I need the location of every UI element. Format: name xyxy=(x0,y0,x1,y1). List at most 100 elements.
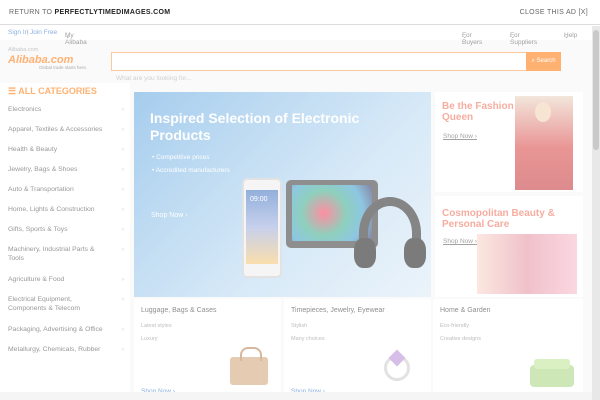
logo-tagline: Global trade starts here. xyxy=(39,65,88,70)
category-electrical[interactable]: Electrical Equipment, Components & Telec… xyxy=(8,295,124,313)
signin-link[interactable]: Sign In xyxy=(8,29,28,36)
close-ad-button[interactable]: CLOSE THIS AD [X] xyxy=(520,9,588,16)
search-icon: ⌕ xyxy=(531,58,535,64)
tile-sub-1: Latest styles xyxy=(141,323,172,329)
tile-timepieces[interactable]: Timepieces, Jewelry, Eyewear Stylish Man… xyxy=(284,299,431,400)
ad-frame-topbar: RETURN TO PERFECTLYTIMEDIMAGES.COM CLOSE… xyxy=(0,0,600,25)
chevron-down-icon: ⌄ xyxy=(564,33,570,40)
fashion-model-image xyxy=(515,96,573,190)
list-icon: ☰ xyxy=(8,86,17,96)
category-gifts[interactable]: Gifts, Sports & Toys › xyxy=(8,225,126,234)
category-label: Gifts, Sports & Toys xyxy=(8,226,68,233)
chevron-right-icon: › xyxy=(121,146,124,153)
banner-bullet-prices: • Competitive prices xyxy=(152,154,210,161)
fashion-promo[interactable]: Be the Fashion Queen Shop Now › xyxy=(435,92,583,192)
alibaba-logo[interactable]: Alibaba.com Alibaba.com Global trade sta… xyxy=(8,47,108,71)
chevron-right-icon: › xyxy=(121,186,124,193)
electronics-banner[interactable]: Inspired Selection of Electronic Product… xyxy=(134,92,431,297)
tile-title: Timepieces, Jewelry, Eyewear xyxy=(291,307,385,314)
logo-small-text: Alibaba.com xyxy=(8,47,39,53)
category-label: Metallurgy, Chemicals, Rubber xyxy=(8,346,101,353)
category-label: Agriculture & Food xyxy=(8,276,65,283)
header-separator: | xyxy=(27,29,29,36)
category-sidebar: ☰ ALL CATEGORIES Electronics › Apparel, T… xyxy=(0,83,130,400)
category-packaging[interactable]: Packaging, Advertising & Office › xyxy=(8,325,126,334)
chevron-right-icon: › xyxy=(121,246,124,253)
tile-home-garden[interactable]: Home & Garden Eco-friendly Creative desi… xyxy=(433,299,583,400)
chevron-down-icon: ⌄ xyxy=(65,33,71,40)
sofa-image xyxy=(530,359,574,387)
beauty-promo[interactable]: Cosmopolitan Beauty & Personal Care Shop… xyxy=(435,196,583,297)
chevron-down-icon: ⌄ xyxy=(510,33,516,40)
chevron-right-icon: › xyxy=(121,276,124,283)
cosmetics-image xyxy=(477,234,577,294)
tile-sub-2: Luxury xyxy=(141,336,158,342)
phone-clock: 09:00 xyxy=(250,196,268,203)
category-health-beauty[interactable]: Health & Beauty › xyxy=(8,145,126,154)
headphones-image xyxy=(354,197,426,269)
phone-screen: 09:00 xyxy=(246,190,278,264)
chevron-right-icon: › xyxy=(121,326,124,333)
chevron-right-icon: › xyxy=(121,126,124,133)
category-electronics[interactable]: Electronics › xyxy=(8,105,126,114)
return-link[interactable]: RETURN TO PERFECTLYTIMEDIMAGES.COM xyxy=(9,9,170,16)
category-label: Health & Beauty xyxy=(8,146,58,153)
category-apparel[interactable]: Apparel, Textiles & Accessories › xyxy=(8,125,126,134)
banner-title: Inspired Selection of Electronic Product… xyxy=(150,110,360,143)
category-label: Auto & Transportation xyxy=(8,186,74,193)
headphone-cup-left xyxy=(354,238,376,268)
tile-sub-2: Many choices xyxy=(291,336,325,342)
all-categories-heading[interactable]: ☰ ALL CATEGORIES xyxy=(8,86,97,97)
tile-title: Home & Garden xyxy=(440,307,491,314)
category-agriculture[interactable]: Agriculture & Food › xyxy=(8,275,126,284)
chevron-right-icon: › xyxy=(121,226,124,233)
category-label: Electrical Equipment, Components & Telec… xyxy=(8,296,81,312)
chevron-right-icon: › xyxy=(121,166,124,173)
scrollbar[interactable] xyxy=(592,26,600,400)
tile-sub-1: Eco-friendly xyxy=(440,323,470,329)
search-button-label: Search xyxy=(536,58,556,64)
scrollbar-thumb[interactable] xyxy=(593,30,599,150)
handbag-image xyxy=(230,347,268,385)
chevron-right-icon: › xyxy=(121,106,124,113)
smartphone-image: 09:00 xyxy=(242,178,282,278)
banner-shop-now-link[interactable]: Shop Now › xyxy=(151,212,188,219)
join-free-link[interactable]: Join Free xyxy=(30,29,57,36)
website-frame: Sign In | Join Free My Alibaba ⌄ For Buy… xyxy=(0,26,592,400)
category-jewelry[interactable]: Jewelry, Bags & Shoes › xyxy=(8,165,126,174)
banner-bullet-manufacturers: • Accredited manufacturers xyxy=(152,167,230,174)
site-header: Sign In | Join Free My Alibaba ⌄ For Buy… xyxy=(0,26,592,46)
category-label: Packaging, Advertising & Office xyxy=(8,326,103,333)
fashion-promo-title: Be the Fashion Queen xyxy=(442,101,514,123)
category-metallurgy[interactable]: Metallurgy, Chemicals, Rubber › xyxy=(8,345,126,354)
category-label: Apparel, Textiles & Accessories xyxy=(8,126,103,133)
tile-luggage[interactable]: Luggage, Bags & Cases Latest styles Luxu… xyxy=(134,299,281,400)
beauty-promo-title: Cosmopolitan Beauty & Personal Care xyxy=(442,208,555,230)
footer-band xyxy=(0,392,592,400)
tile-title: Luggage, Bags & Cases xyxy=(141,307,217,314)
category-label: Electronics xyxy=(8,106,42,113)
all-categories-label: ALL CATEGORIES xyxy=(18,86,97,96)
return-prefix: RETURN TO xyxy=(9,9,53,16)
tile-sub-2: Creative designs xyxy=(440,336,481,342)
category-home[interactable]: Home, Lights & Construction › xyxy=(8,205,126,214)
tile-sub-1: Stylish xyxy=(291,323,308,329)
beauty-shop-now-link[interactable]: Shop Now › xyxy=(443,238,477,245)
chevron-right-icon: › xyxy=(121,296,124,303)
chevron-right-icon: › xyxy=(121,206,124,213)
fashion-shop-now-link[interactable]: Shop Now › xyxy=(443,133,477,140)
chevron-down-icon: ⌄ xyxy=(462,33,468,40)
category-label: Home, Lights & Construction xyxy=(8,206,95,213)
ring-image xyxy=(384,355,410,381)
category-machinery[interactable]: Machinery, Industrial Parts & Tools › xyxy=(8,245,124,263)
search-button[interactable]: ⌕ Search xyxy=(526,52,561,71)
chevron-right-icon: › xyxy=(121,346,124,353)
category-label: Jewelry, Bags & Shoes xyxy=(8,166,78,173)
category-label: Machinery, Industrial Parts & Tools xyxy=(8,246,95,262)
category-auto[interactable]: Auto & Transportation › xyxy=(8,185,126,194)
model-head xyxy=(535,102,551,122)
headphone-cup-right xyxy=(404,238,426,268)
return-site[interactable]: PERFECTLYTIMEDIMAGES.COM xyxy=(55,9,171,16)
search-input[interactable]: ⌕ Search xyxy=(111,52,561,71)
search-placeholder: What are you looking for... xyxy=(116,75,192,82)
